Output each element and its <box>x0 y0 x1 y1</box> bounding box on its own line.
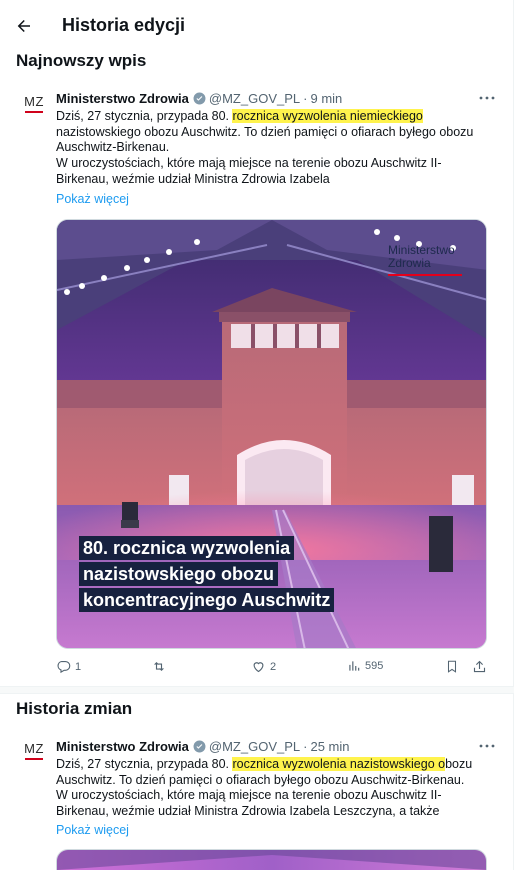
timestamp[interactable]: 9 min <box>310 91 342 106</box>
history-section-title: Historia zmian <box>16 699 133 718</box>
show-more-link[interactable]: Pokaż więcej <box>56 823 129 837</box>
memorial-photo-preview <box>57 850 486 870</box>
views-icon <box>349 661 360 671</box>
section-divider <box>0 686 514 694</box>
more-icon <box>479 744 495 748</box>
text-post: nazistowskiego obozu Auschwitz. To dzień… <box>56 124 474 155</box>
tweet-image[interactable]: Ministerstwo Zdrowia 80. rocznica wyzwol… <box>56 219 487 649</box>
share-icon <box>473 660 486 673</box>
back-arrow-icon <box>17 20 30 32</box>
tweet-image[interactable] <box>56 849 487 870</box>
repost-button[interactable] <box>151 659 171 674</box>
reply-button[interactable]: 1 <box>56 659 81 674</box>
like-count: 2 <box>270 660 277 673</box>
text-paragraph-2: W uroczystościach, które mają miejsce na… <box>56 788 442 819</box>
latest-section-title: Najnowszy wpis <box>16 51 147 70</box>
more-icon <box>479 96 495 100</box>
avatar-text: MZ <box>24 741 44 756</box>
ministry-logo: Ministerstwo Zdrowia <box>388 244 462 276</box>
verified-badge-icon <box>193 740 206 753</box>
text-pre: Dziś, 27 stycznia, przypada 80. <box>56 757 233 771</box>
views-count: 595 <box>365 660 384 672</box>
caption-line-2: nazistowskiego obozu <box>79 562 279 586</box>
avatar-underline <box>25 111 43 113</box>
author-name[interactable]: Ministerstwo Zdrowia <box>56 91 189 106</box>
highlighted-text: rocznica wyzwolenia niemieckiego <box>232 109 423 123</box>
author-handle[interactable]: @MZ_GOV_PL <box>209 91 300 106</box>
tweet-header: Ministerstwo Zdrowia @MZ_GOV_PL · 25 min <box>56 737 350 755</box>
views-button[interactable]: 595 <box>347 659 383 673</box>
text-paragraph-2: W uroczystościach, które mają miejsce na… <box>56 156 442 186</box>
timestamp[interactable]: 25 min <box>310 739 349 754</box>
repost-icon <box>154 661 164 672</box>
author-name[interactable]: Ministerstwo Zdrowia <box>56 739 189 754</box>
bookmark-button[interactable] <box>445 659 459 674</box>
top-bar: Historia edycji <box>0 0 514 52</box>
caption-line-1: 80. rocznica wyzwolenia <box>79 536 295 560</box>
separator-dot: · <box>303 90 308 106</box>
tweet-text: Dziś, 27 stycznia, przypada 80. rocznica… <box>56 757 488 820</box>
avatar-underline <box>25 758 43 760</box>
share-button[interactable] <box>472 659 487 674</box>
page-title: Historia edycji <box>62 15 186 35</box>
highlighted-text: rocznica wyzwolenia nazistowskiego o <box>232 757 446 771</box>
logo-line-2: Zdrowia <box>388 256 431 270</box>
verified-badge-icon <box>193 92 206 105</box>
avatar-text: MZ <box>24 94 44 109</box>
caption-line-3: koncentracyjnego Auschwitz <box>79 588 335 612</box>
logo-underline <box>388 274 462 276</box>
more-button[interactable] <box>477 89 497 107</box>
like-button[interactable]: 2 <box>251 659 276 674</box>
text-pre: Dziś, 27 stycznia, przypada 80. <box>56 109 233 123</box>
image-caption: 80. rocznica wyzwolenia nazistowskiego o… <box>79 536 335 612</box>
separator-dot: · <box>303 738 308 754</box>
like-icon <box>253 662 264 673</box>
reply-count: 1 <box>75 660 82 673</box>
avatar[interactable]: MZ <box>18 90 50 122</box>
back-button[interactable] <box>10 12 38 40</box>
show-more-link[interactable]: Pokaż więcej <box>56 192 129 206</box>
tweet-text: Dziś, 27 stycznia, przypada 80. rocznica… <box>56 109 488 188</box>
tweet-header: Ministerstwo Zdrowia @MZ_GOV_PL · 9 min <box>56 89 342 107</box>
tweet-actions: 1 2 595 <box>56 659 488 677</box>
edit-history-page: Historia edycji Najnowszy wpis MZ Minist… <box>0 0 514 870</box>
more-button[interactable] <box>477 737 497 755</box>
bookmark-icon <box>447 660 457 673</box>
reply-icon <box>57 660 71 674</box>
avatar[interactable]: MZ <box>18 737 50 769</box>
author-handle[interactable]: @MZ_GOV_PL <box>209 739 300 754</box>
